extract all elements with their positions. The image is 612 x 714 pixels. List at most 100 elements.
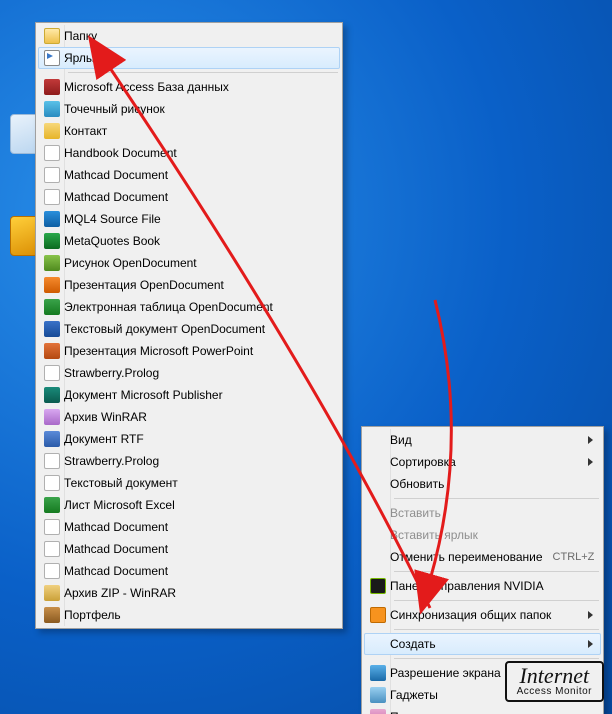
zip-icon <box>40 585 64 601</box>
gadget-icon <box>366 687 390 703</box>
odp-icon <box>40 277 64 293</box>
menu-item-label: Вид <box>390 433 582 447</box>
menu-item-label: Папку <box>64 29 332 43</box>
personalize-icon <box>370 709 386 714</box>
gadget-icon <box>370 687 386 703</box>
book-icon <box>40 233 64 249</box>
menu-item[interactable]: Microsoft Access База данных <box>38 76 340 98</box>
menu-separator <box>394 498 599 499</box>
menu-item[interactable]: Strawberry.Prolog <box>38 362 340 384</box>
pub-icon <box>40 387 64 403</box>
menu-item-label: Mathcad Document <box>64 564 332 578</box>
ods-icon <box>44 299 60 315</box>
doc-icon <box>44 365 60 381</box>
menu-item-label: Презентация Microsoft PowerPoint <box>64 344 332 358</box>
doc-icon <box>44 519 60 535</box>
chevron-right-icon <box>588 458 593 466</box>
menu-item[interactable]: Контакт <box>38 120 340 142</box>
menu-item: Вставить <box>364 502 601 524</box>
folder-icon <box>44 28 60 44</box>
menu-item-label: MQL4 Source File <box>64 212 332 226</box>
menu-item[interactable]: Вид <box>364 429 601 451</box>
menu-item[interactable]: Презентация Microsoft PowerPoint <box>38 340 340 362</box>
menu-item[interactable]: Handbook Document <box>38 142 340 164</box>
doc-icon <box>40 519 64 535</box>
menu-item[interactable]: Текстовый документ OpenDocument <box>38 318 340 340</box>
menu-item-label: Портфель <box>64 608 332 622</box>
menu-item[interactable]: Документ Microsoft Publisher <box>38 384 340 406</box>
menu-separator <box>68 72 338 73</box>
desktop[interactable]: Папку Ярлык Microsoft Access База данных То… <box>0 0 612 714</box>
doc-icon <box>44 541 60 557</box>
menu-item-icon-slot <box>366 527 390 543</box>
menu-item[interactable]: Электронная таблица OpenDocument <box>38 296 340 318</box>
menu-item-label: Создать <box>390 637 582 651</box>
odp-icon <box>44 277 60 293</box>
menu-item[interactable]: Портфель <box>38 604 340 626</box>
doc-icon <box>40 189 64 205</box>
menu-item-label: Обновить <box>390 477 593 491</box>
menu-item-label: Strawberry.Prolog <box>64 366 332 380</box>
menu-item[interactable]: Рисунок OpenDocument <box>38 252 340 274</box>
menu-item[interactable]: Точечный рисунок <box>38 98 340 120</box>
doc-icon <box>40 453 64 469</box>
menu-item[interactable]: Текстовый документ <box>38 472 340 494</box>
menu-item[interactable]: Лист Microsoft Excel <box>38 494 340 516</box>
menu-item[interactable]: Синхронизация общих папок <box>364 604 601 626</box>
menu-item[interactable]: Mathcad Document <box>38 186 340 208</box>
menu-separator <box>394 658 599 659</box>
menu-item[interactable]: Strawberry.Prolog <box>38 450 340 472</box>
menu-item[interactable]: MQL4 Source File <box>38 208 340 230</box>
menu-item-label: Синхронизация общих папок <box>390 608 582 622</box>
menu-item-label: Контакт <box>64 124 332 138</box>
menu-item-label: Архив WinRAR <box>64 410 332 424</box>
menu-item-icon-slot <box>366 454 390 470</box>
menu-item-icon-slot <box>366 505 390 521</box>
menu-item[interactable]: Обновить <box>364 473 601 495</box>
menu-item[interactable]: Mathcad Document <box>38 164 340 186</box>
rtf-icon <box>40 431 64 447</box>
doc-icon <box>44 453 60 469</box>
menu-item[interactable]: Создать <box>364 633 601 655</box>
odg-icon <box>40 255 64 271</box>
menu-item-icon-slot <box>366 476 390 492</box>
menu-item[interactable]: Сортировка <box>364 451 601 473</box>
menu-item[interactable]: Ярлык <box>38 47 340 69</box>
menu-item-shortcut: CTRL+Z <box>553 551 595 563</box>
mql-icon <box>40 211 64 227</box>
menu-item[interactable]: Документ RTF <box>38 428 340 450</box>
doc-icon <box>44 563 60 579</box>
nvidia-icon <box>370 578 386 594</box>
doc-icon <box>44 167 60 183</box>
menu-item[interactable]: Mathcad Document <box>38 538 340 560</box>
menu-item-label: Handbook Document <box>64 146 332 160</box>
menu-item[interactable]: Отменить переименованиеCTRL+Z <box>364 546 601 568</box>
watermark-subtitle: Access Monitor <box>517 687 592 697</box>
menu-item-label: Лист Microsoft Excel <box>64 498 332 512</box>
menu-item-label: Strawberry.Prolog <box>64 454 332 468</box>
menu-item[interactable]: Mathcad Document <box>38 516 340 538</box>
menu-item-label: Точечный рисунок <box>64 102 332 116</box>
menu-item[interactable]: Панель управления NVIDIA <box>364 575 601 597</box>
menu-item-label: MetaQuotes Book <box>64 234 332 248</box>
menu-item[interactable]: Презентация OpenDocument <box>38 274 340 296</box>
menu-item[interactable]: Архив ZIP - WinRAR <box>38 582 340 604</box>
menu-item[interactable]: Персонализация <box>364 706 601 714</box>
doc-icon <box>40 475 64 491</box>
access-icon <box>44 79 60 95</box>
menu-item-label: Архив ZIP - WinRAR <box>64 586 332 600</box>
menu-item[interactable]: Архив WinRAR <box>38 406 340 428</box>
doc-icon <box>40 145 64 161</box>
menu-item-label: Mathcad Document <box>64 168 332 182</box>
doc-icon <box>44 475 60 491</box>
watermark-title: Internet <box>517 665 592 687</box>
menu-item[interactable]: Папку <box>38 25 340 47</box>
menu-item[interactable]: Mathcad Document <box>38 560 340 582</box>
menu-item[interactable]: MetaQuotes Book <box>38 230 340 252</box>
menu-item-label: Сортировка <box>390 455 582 469</box>
menu-item-label: Презентация OpenDocument <box>64 278 332 292</box>
rtf-icon <box>44 431 60 447</box>
odt-icon <box>44 321 60 337</box>
resolution-icon <box>370 665 386 681</box>
pub-icon <box>44 387 60 403</box>
